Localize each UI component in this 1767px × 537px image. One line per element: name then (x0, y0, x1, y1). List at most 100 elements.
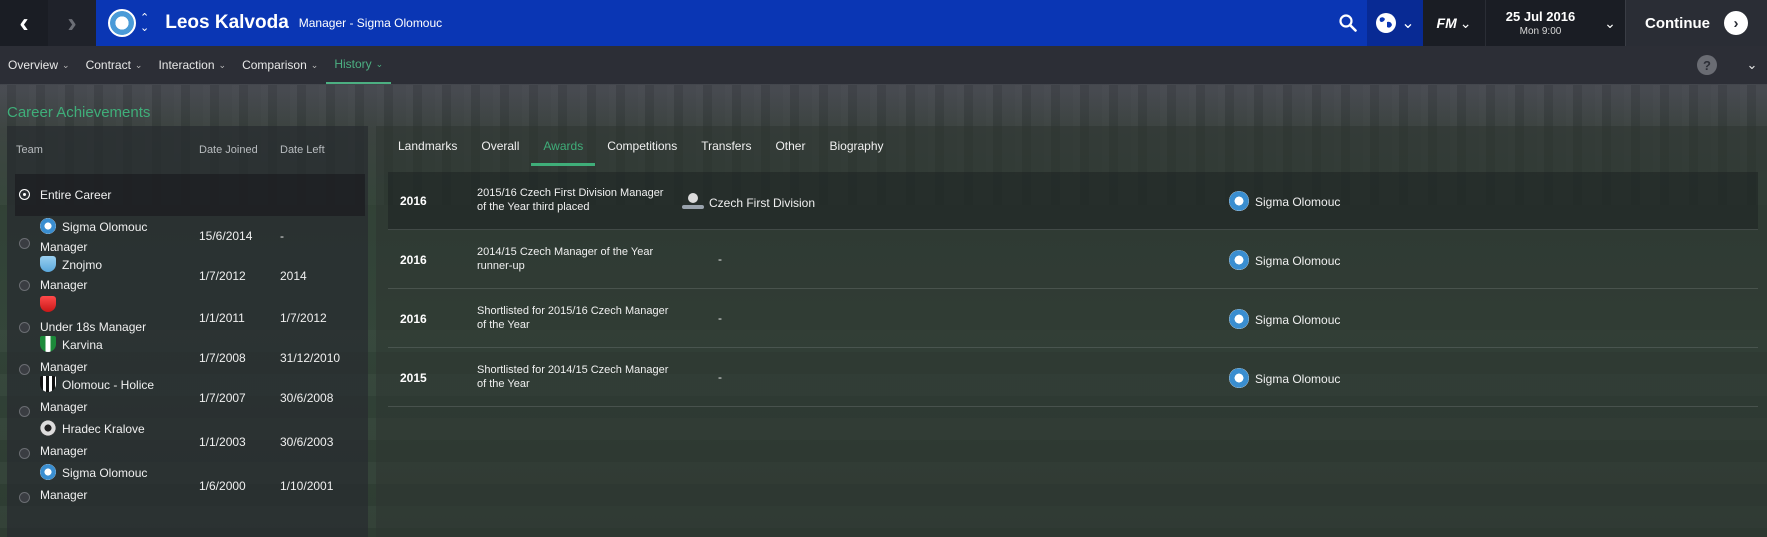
team-name: Karvina (40, 336, 103, 352)
team-name-text: Olomouc - Holice (62, 378, 155, 392)
chevron-left-icon: ‹ (19, 7, 29, 38)
award-row[interactable]: 2015 Shortlisted for 2014/15 Czech Manag… (388, 349, 1758, 407)
forward-button[interactable]: › (48, 0, 96, 46)
tab-competitions[interactable]: Competitions (595, 126, 689, 166)
career-teams-panel: Team Date Joined Date Left Entire Career… (7, 126, 368, 537)
search-icon (1339, 14, 1357, 32)
search-button[interactable] (1329, 0, 1367, 46)
team-row[interactable]: Hradec Kralove Manager 1/1/2003 30/6/200… (15, 420, 365, 468)
award-name: Shortlisted for 2015/16 Czech Manager of… (477, 304, 677, 332)
entire-career-row[interactable]: Entire Career (15, 174, 365, 216)
club-crest-icon (40, 296, 56, 312)
award-row[interactable]: 2016 2014/15 Czech Manager of the Year r… (388, 231, 1758, 289)
team-role: Manager (40, 278, 88, 292)
date-joined: 1/1/2003 (199, 435, 246, 449)
award-competition[interactable]: Czech First Division (682, 193, 815, 211)
tab-transfers[interactable]: Transfers (689, 126, 763, 166)
tab-biography[interactable]: Biography (817, 126, 895, 166)
team-name (40, 296, 62, 312)
game-date[interactable]: 25 Jul 2016 Mon 9:00 (1485, 0, 1595, 46)
club-switch-arrows[interactable]: ⌃ ⌄ (140, 13, 149, 34)
award-club[interactable]: Sigma Olomouc (1229, 191, 1340, 211)
award-name-line: 2015/16 Czech First Division Manager (477, 187, 664, 199)
tab-landmarks[interactable]: Landmarks (376, 126, 469, 166)
club-text: Sigma Olomouc (1255, 254, 1341, 268)
radio-icon[interactable] (19, 322, 30, 333)
tab-overall[interactable]: Overall (469, 126, 531, 166)
sigma-olomouc-crest-icon (1229, 191, 1249, 211)
radio-icon[interactable] (19, 492, 30, 503)
radio-selected-icon[interactable] (19, 189, 30, 200)
date-left: 31/12/2010 (280, 351, 341, 365)
radio-icon[interactable] (19, 238, 30, 249)
tab-other[interactable]: Other (763, 126, 817, 166)
team-row[interactable]: Sigma Olomouc Manager 15/6/2014 - (15, 216, 365, 258)
team-name: Znojmo (40, 256, 102, 272)
radio-icon[interactable] (19, 406, 30, 417)
chevron-down-icon: ⌄ (310, 59, 319, 70)
radio-icon[interactable] (19, 448, 30, 459)
award-club[interactable]: Sigma Olomouc (1229, 368, 1340, 388)
date-dropdown-button[interactable]: ⌄ (1595, 0, 1625, 46)
award-row[interactable]: 2016 2015/16 Czech First Division Manage… (388, 172, 1758, 230)
team-name: Olomouc - Holice (40, 376, 154, 392)
date-left: 30/6/2003 (280, 435, 334, 449)
header-team[interactable]: Team (16, 144, 43, 156)
znojmo-crest-icon (40, 256, 56, 272)
menu-overview[interactable]: Overview ⌄ (0, 46, 78, 84)
top-bar: ‹ › ⌃ ⌄ Leos Kalvoda Manager - Sigma Olo… (0, 0, 1767, 46)
tab-awards[interactable]: Awards (531, 126, 596, 166)
menu-expand-button[interactable]: ⌄ (1737, 46, 1767, 84)
award-row[interactable]: 2016 Shortlisted for 2015/16 Czech Manag… (388, 290, 1758, 348)
manager-role[interactable]: Manager - Sigma Olomouc (299, 16, 442, 30)
team-name-text: Karvina (62, 338, 103, 352)
team-row[interactable]: Znojmo Manager 1/7/2012 2014 (15, 256, 365, 300)
trophy-icon (682, 193, 704, 211)
competition-text: Czech First Division (709, 196, 816, 210)
menu-label: Interaction (158, 58, 215, 72)
menu-comparison[interactable]: Comparison ⌄ (234, 46, 326, 84)
club-badge-icon[interactable] (108, 9, 136, 37)
hradec-kralove-crest-icon (40, 420, 56, 436)
header-date-left[interactable]: Date Left (280, 144, 325, 156)
menu-history[interactable]: History ⌄ (326, 46, 392, 84)
team-name: Hradec Kralove (40, 420, 145, 436)
menu-interaction[interactable]: Interaction ⌄ (150, 46, 234, 84)
award-year: 2016 (400, 312, 427, 326)
menu-contract[interactable]: Contract ⌄ (78, 46, 151, 84)
continue-button[interactable]: Continue › (1625, 0, 1767, 46)
radio-icon[interactable] (19, 280, 30, 291)
karvina-crest-icon (40, 336, 56, 352)
team-name-text: Hradec Kralove (62, 422, 145, 436)
world-button[interactable]: ⌄ (1367, 0, 1423, 46)
award-year: 2016 (400, 194, 427, 208)
radio-icon[interactable] (19, 364, 30, 375)
awards-panel: Landmarks Overall Awards Competitions Tr… (376, 126, 1767, 537)
header-date-joined[interactable]: Date Joined (199, 144, 258, 156)
day-time-label: Mon 9:00 (1519, 26, 1562, 37)
sigma-olomouc-crest-icon (1229, 250, 1249, 270)
date-joined: 1/7/2008 (199, 351, 246, 365)
chevron-down-icon: ⌄ (1401, 15, 1415, 32)
club-text: Sigma Olomouc (1255, 372, 1341, 386)
award-club[interactable]: Sigma Olomouc (1229, 250, 1340, 270)
fm-menu-button[interactable]: FM ⌄ (1423, 0, 1485, 46)
award-year: 2015 (400, 371, 427, 385)
sigma-olomouc-crest-icon (1229, 309, 1249, 329)
award-name: 2014/15 Czech Manager of the Year runner… (477, 245, 677, 273)
team-role: Manager (40, 240, 88, 254)
chevron-down-icon: ⌄ (1746, 57, 1758, 72)
chevron-down-icon[interactable]: ⌄ (140, 23, 149, 34)
continue-label: Continue (1645, 14, 1710, 32)
team-row[interactable]: Sigma Olomouc Manager 1/6/2000 1/10/2001 (15, 464, 365, 510)
club-text: Sigma Olomouc (1255, 195, 1341, 209)
help-icon[interactable]: ? (1697, 55, 1717, 75)
date-left: - (280, 229, 284, 243)
team-role: Manager (40, 400, 88, 414)
award-name-line: runner-up (477, 260, 525, 272)
award-club[interactable]: Sigma Olomouc (1229, 309, 1340, 329)
award-name-line: Shortlisted for 2015/16 Czech Manager (477, 305, 669, 317)
menu-label: Comparison (242, 58, 307, 72)
back-button[interactable]: ‹ (0, 0, 48, 46)
team-role: Under 18s Manager (40, 320, 147, 334)
